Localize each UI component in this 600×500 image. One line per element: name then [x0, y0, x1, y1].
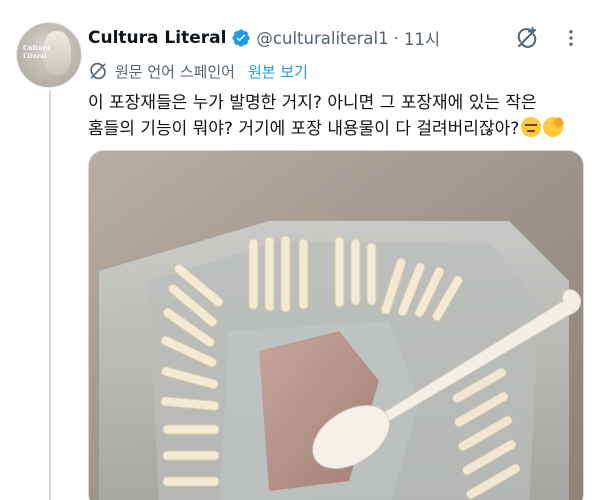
translate-icon[interactable]: [514, 25, 540, 51]
avatar-logo-text: Cultura Literal: [23, 45, 50, 60]
translate-icon: [88, 61, 108, 81]
tweet-timestamp[interactable]: 11시: [404, 26, 440, 50]
translated-from-label: 원문 언어 스페인어: [115, 62, 235, 81]
avatar[interactable]: Cultura Literal: [16, 22, 82, 88]
separator-dot: ·: [393, 28, 399, 48]
translation-bar: 원문 언어 스페인어 원본 보기: [88, 58, 308, 84]
tweet-text-line: 이 포장재들은 누가 발명한 거지? 아니면 그 포장재에 있는 작은: [88, 93, 537, 113]
user-handle[interactable]: @culturaliteral1: [256, 29, 388, 48]
tweet-header: Cultura Literal @culturaliteral1 · 11시: [88, 24, 440, 52]
view-original-link[interactable]: 원본 보기: [248, 61, 308, 82]
verified-badge-icon: [231, 28, 251, 48]
saluting-face-emoji: [543, 117, 564, 137]
display-name[interactable]: Cultura Literal: [88, 28, 226, 48]
unamused-face-emoji: [521, 117, 542, 137]
tweet-text: 이 포장재들은 누가 발명한 거지? 아니면 그 포장재에 있는 작은 홈들의 …: [88, 90, 588, 142]
more-options-icon[interactable]: [558, 25, 584, 51]
tweet-text-line: 홈들의 기능이 뭐야? 거기에 포장 내용물이 다 걸려버리잖아?: [88, 116, 588, 142]
packaging-photo: [89, 151, 583, 500]
thread-line: [49, 90, 51, 500]
tweet-media-photo[interactable]: [88, 150, 584, 500]
